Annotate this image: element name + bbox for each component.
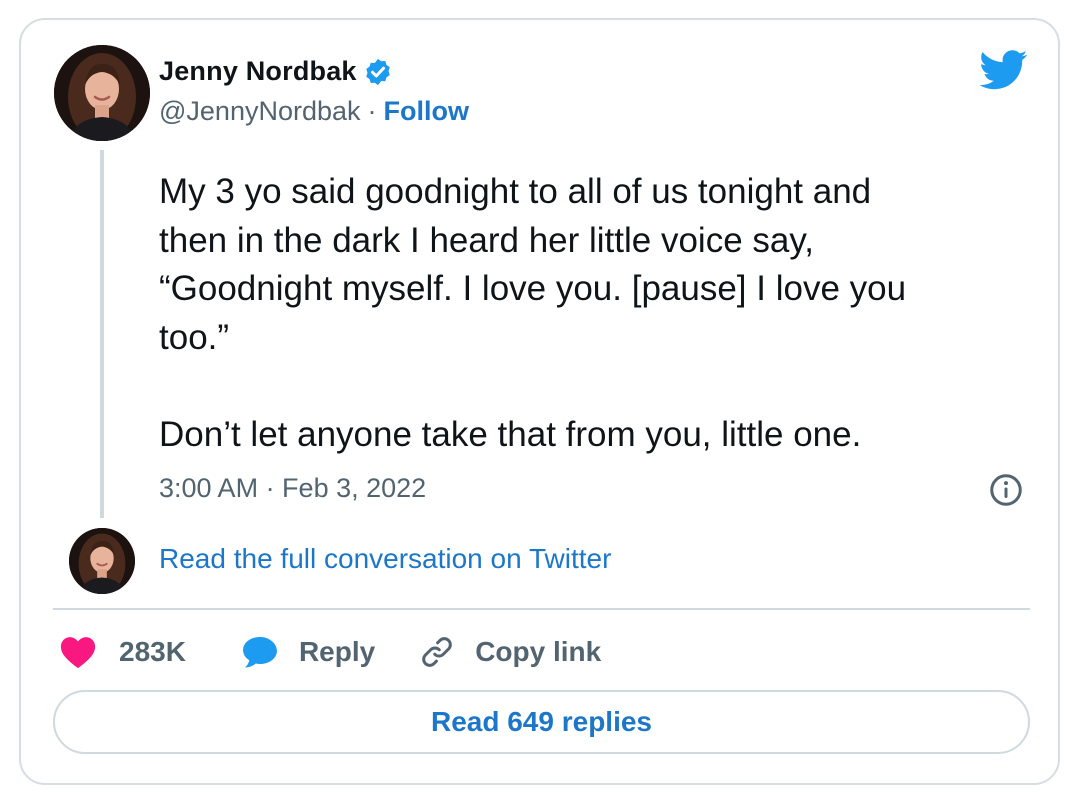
handle-separator: ·: [367, 96, 377, 126]
author-name-row: Jenny Nordbak: [159, 56, 393, 87]
action-bar: 283K Reply Copy link: [59, 632, 601, 672]
avatar-image: [54, 45, 150, 141]
divider: [53, 608, 1030, 610]
author-handle[interactable]: @JennyNordbak: [159, 96, 361, 127]
heart-icon: [60, 637, 96, 669]
conversation-avatar: [69, 528, 135, 594]
author-handle-row: @JennyNordbak · Follow: [159, 96, 469, 127]
thread-line: [100, 150, 104, 518]
like-button[interactable]: 283K: [59, 634, 186, 670]
author-display-name[interactable]: Jenny Nordbak: [159, 56, 357, 87]
info-icon[interactable]: [988, 472, 1024, 508]
follow-link[interactable]: Follow: [384, 96, 469, 127]
link-icon: [422, 637, 452, 667]
speech-bubble-icon: [242, 636, 277, 668]
tweet-text: My 3 yo said goodnight to all of us toni…: [159, 172, 907, 454]
copy-link-label: Copy link: [475, 636, 602, 667]
author-avatar[interactable]: [54, 45, 150, 141]
tweet-card: Jenny Nordbak @JennyNordbak · Follow My …: [19, 18, 1060, 785]
verified-badge-icon: [365, 58, 390, 85]
twitter-bird-icon[interactable]: [980, 50, 1028, 90]
copy-link-button[interactable]: Copy link: [419, 634, 601, 670]
read-replies-button[interactable]: Read 649 replies: [53, 690, 1030, 754]
like-count: 283K: [119, 636, 186, 667]
reply-label: Reply: [298, 636, 376, 667]
reply-button[interactable]: Reply: [241, 634, 375, 670]
tweet-timestamp[interactable]: 3:00 AM · Feb 3, 2022: [159, 473, 426, 504]
avatar-image: [69, 528, 135, 594]
read-full-conversation-link[interactable]: Read the full conversation on Twitter: [159, 543, 611, 575]
